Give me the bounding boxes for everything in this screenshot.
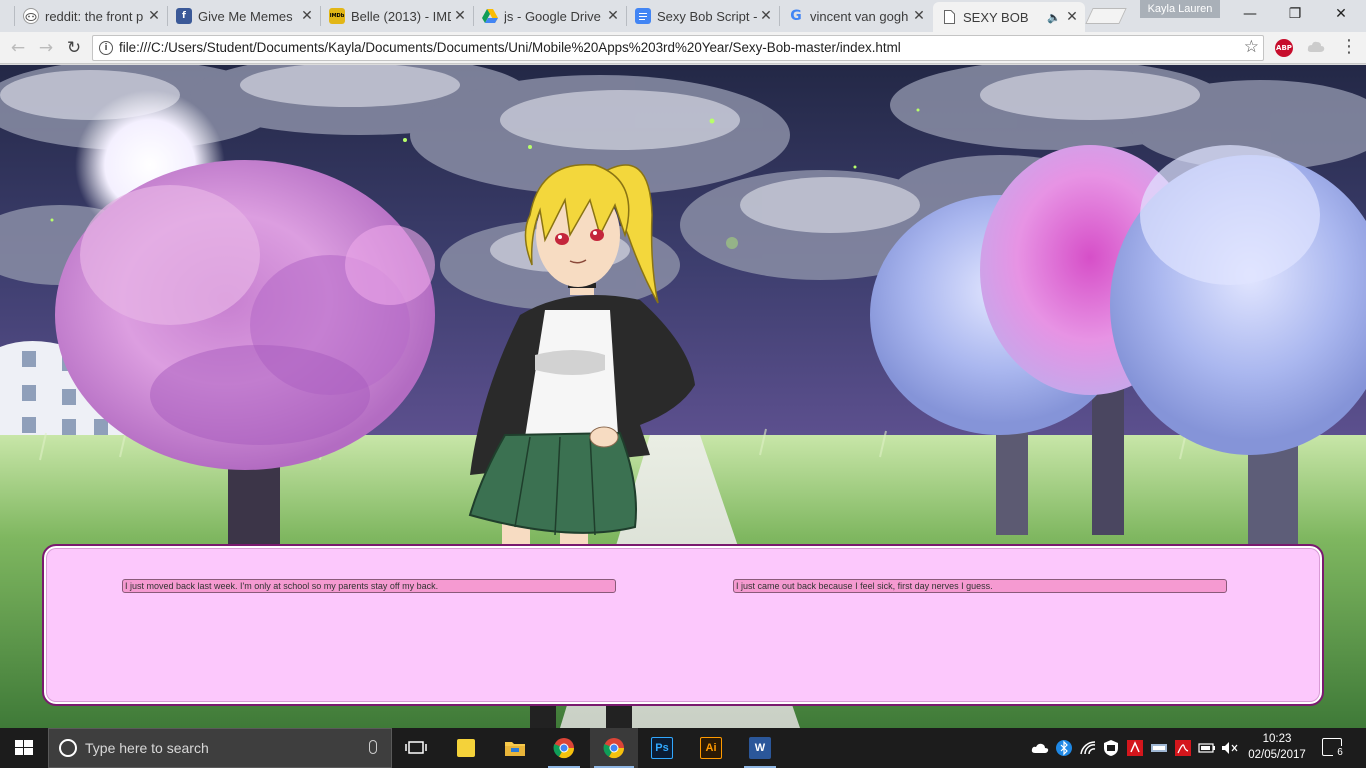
url-text[interactable]: file:///C:/Users/Student/Documents/Kayla… xyxy=(119,40,901,55)
speaker-icon[interactable]: 🔈 xyxy=(1047,11,1061,24)
close-icon[interactable]: ✕ xyxy=(604,8,622,24)
close-window-button[interactable]: ✕ xyxy=(1318,0,1364,28)
maximize-button[interactable]: ❐ xyxy=(1272,0,1318,28)
battery-icon[interactable] xyxy=(1195,728,1219,768)
google-icon: G xyxy=(790,8,802,24)
game-viewport: I just moved back last week. I'm only at… xyxy=(0,65,1366,728)
file-explorer-button[interactable] xyxy=(491,728,539,768)
tab-sexy-bob-script[interactable]: Sexy Bob Script - ✕ xyxy=(626,2,779,30)
tab-title: Belle (2013) - IMD xyxy=(351,8,451,24)
menu-icon: ⋮ xyxy=(1340,36,1358,57)
google-drive-icon xyxy=(482,8,498,24)
bluetooth-icon[interactable] xyxy=(1052,728,1076,768)
tab-title: js - Google Drive xyxy=(504,8,601,24)
illustrator-button[interactable]: Ai xyxy=(687,728,735,768)
profile-button[interactable]: Kayla Lauren xyxy=(1140,0,1220,18)
word-button[interactable]: W xyxy=(736,728,784,768)
close-icon[interactable]: ✕ xyxy=(757,8,775,24)
tab-reddit[interactable]: reddit: the front p ✕ xyxy=(14,2,167,30)
tab-facebook[interactable]: f Give Me Memes ✕ xyxy=(167,2,320,30)
illustrator-icon: Ai xyxy=(700,737,722,759)
photoshop-button[interactable]: Ps xyxy=(638,728,686,768)
new-tab-button[interactable] xyxy=(1085,8,1127,24)
network-drive-icon[interactable] xyxy=(1147,728,1171,768)
tab-imdb[interactable]: IMDb Belle (2013) - IMD ✕ xyxy=(320,2,473,30)
forward-button[interactable]: → xyxy=(34,36,58,60)
tab-title: Sexy Bob Script - xyxy=(657,8,757,24)
reddit-icon xyxy=(23,8,39,24)
tab-sexy-bob[interactable]: SEXY BOB 🔈 ✕ xyxy=(933,2,1085,32)
info-icon[interactable]: i xyxy=(99,41,113,55)
google-docs-icon xyxy=(635,8,651,24)
task-view-icon xyxy=(405,741,427,754)
onedrive-icon[interactable] xyxy=(1028,728,1052,768)
tab-google-drive[interactable]: js - Google Drive ✕ xyxy=(473,2,626,30)
dialog-box: I just moved back last week. I'm only at… xyxy=(42,544,1324,706)
task-view-button[interactable] xyxy=(392,728,440,768)
bookmark-star-icon[interactable]: ☆ xyxy=(1244,37,1259,57)
chrome-button[interactable] xyxy=(540,728,588,768)
tab-title: SEXY BOB xyxy=(963,9,1029,25)
volume-muted-icon[interactable] xyxy=(1218,728,1242,768)
chrome-icon xyxy=(553,738,575,759)
chrome-active-icon xyxy=(603,738,625,759)
photoshop-icon: Ps xyxy=(651,737,673,759)
microphone-icon[interactable] xyxy=(369,740,377,754)
acrobat-icon[interactable] xyxy=(1171,728,1195,768)
chrome-menu-button[interactable]: ⋮ xyxy=(1340,36,1358,57)
taskbar-clock[interactable]: 10:23 02/05/2017 xyxy=(1240,731,1314,763)
pink-tree xyxy=(55,160,435,470)
extension-icon[interactable] xyxy=(1307,40,1325,56)
wifi-icon[interactable] xyxy=(1076,728,1100,768)
sticky-notes-icon xyxy=(457,739,475,757)
tab-title: vincent van gogh xyxy=(810,8,909,24)
tab-title: Give Me Memes xyxy=(198,8,293,24)
choice-button-1[interactable]: I just moved back last week. I'm only at… xyxy=(122,579,616,593)
clock-date: 02/05/2017 xyxy=(1248,749,1306,761)
tab-vincent-van-gogh[interactable]: G vincent van gogh ✕ xyxy=(779,2,932,30)
word-icon: W xyxy=(749,737,771,759)
back-button[interactable]: ← xyxy=(6,36,30,60)
reload-button[interactable]: ↻ xyxy=(62,36,86,60)
chrome-active-button[interactable] xyxy=(590,728,638,768)
search-placeholder: Type here to search xyxy=(85,740,209,756)
clock-time: 10:23 xyxy=(1262,733,1292,745)
sticky-notes-button[interactable] xyxy=(442,728,490,768)
close-icon[interactable]: ✕ xyxy=(1063,9,1081,25)
minimize-button[interactable]: — xyxy=(1227,0,1273,28)
close-icon[interactable]: ✕ xyxy=(451,8,469,24)
imdb-icon: IMDb xyxy=(329,8,345,24)
adblock-icon[interactable]: ABP xyxy=(1275,39,1293,57)
close-icon[interactable]: ✕ xyxy=(145,8,163,24)
tab-strip: reddit: the front p ✕ f Give Me Memes ✕ … xyxy=(0,0,1366,32)
tab-title: reddit: the front p xyxy=(45,8,144,24)
file-explorer-icon xyxy=(505,742,525,756)
taskbar: Type here to search Ps Ai W 10:23 02/05/… xyxy=(0,728,1366,768)
taskbar-search[interactable]: Type here to search xyxy=(48,728,392,768)
facebook-icon: f xyxy=(176,8,192,24)
browser-toolbar: ← → ↻ i file:///C:/Users/Student/Documen… xyxy=(0,32,1366,64)
start-button[interactable] xyxy=(0,728,48,768)
adobe-icon[interactable] xyxy=(1123,728,1147,768)
cortana-icon xyxy=(59,739,77,757)
page-icon xyxy=(941,9,957,25)
close-icon[interactable]: ✕ xyxy=(910,8,928,24)
security-shield-icon[interactable] xyxy=(1099,728,1123,768)
address-bar[interactable]: i file:///C:/Users/Student/Documents/Kay… xyxy=(92,35,1264,61)
choice-button-2[interactable]: I just came out back because I feel sick… xyxy=(733,579,1227,593)
close-icon[interactable]: ✕ xyxy=(298,8,316,24)
windows-logo-icon xyxy=(15,740,33,755)
notification-count: 6 xyxy=(1333,746,1347,760)
